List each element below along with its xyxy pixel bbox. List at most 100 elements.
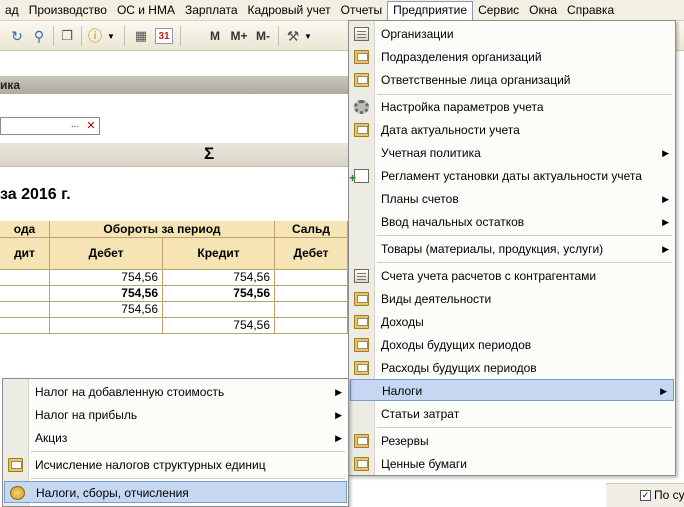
search-icon[interactable]: ⚲ [30,26,48,46]
menu-item-cost-items[interactable]: Статьи затрат [349,403,675,425]
grid-header-cell: Обороты за период [50,221,275,238]
folder-icon [354,292,369,306]
clear-icon[interactable]: ✕ [84,119,98,133]
submenu-arrow-icon: ▶ [662,148,669,158]
submenu-arrow-icon: ▶ [662,244,669,254]
submenu-arrow-icon: ▶ [662,217,669,227]
menu-item-accounting-policy[interactable]: Учетная политика ▶ [349,142,675,164]
grid-cell [0,286,50,302]
grid-cell [275,270,348,286]
menu-item-salary[interactable]: Зарплата [180,1,243,20]
menu-item-service[interactable]: Сервис [473,1,524,20]
organization-field[interactable]: ... ✕ [0,117,100,135]
grid-cell-kredit: 754,56 [163,270,275,286]
report-title: за 2016 г. [0,186,71,203]
menu-item-reports[interactable]: Отчеты [336,1,387,20]
menu-item-production[interactable]: Производство [24,1,112,20]
menu-item-counterparty-accounts[interactable]: Счета учета расчетов с контрагентами [349,265,675,287]
folder-icon [354,457,369,471]
menu-item-fixed-assets[interactable]: ОС и НМА [112,1,180,20]
menu-item-securities[interactable]: Ценные бумаги [349,453,675,475]
grid-cell-kredit: 754,56 [163,286,275,302]
gear-icon [354,100,369,114]
submenu-arrow-icon: ▶ [662,194,669,204]
submenu-arrow-icon: ▶ [660,386,667,396]
menu-item-structural-units-taxes[interactable]: Исчисление налогов структурных единиц [3,454,348,476]
folder-icon [354,123,369,137]
sum-toolbar: Σ [0,143,348,167]
select-button[interactable]: ... [67,119,83,133]
menu-item-excise[interactable]: Акциз ▶ [3,427,348,449]
menu-item-profit-tax[interactable]: Налог на прибыль ▶ [3,404,348,426]
info-icon[interactable]: ⓘ [86,26,104,46]
folder-icon [354,338,369,352]
grid-cell [275,286,348,302]
grid-header-cell: Дебет [275,238,348,270]
memory-minus-button[interactable]: M- [252,26,274,46]
menu-bar: ад Производство ОС и НМА Зарплата Кадров… [0,0,684,21]
sum-icon[interactable]: Σ [204,144,214,164]
taxes-submenu: Налог на добавленную стоимость ▶ Налог на… [2,378,349,507]
submenu-arrow-icon: ▶ [335,433,342,443]
memory-button[interactable]: M [207,26,223,46]
menu-item-opening-balances[interactable]: Ввод начальных остатков ▶ [349,211,675,233]
grid-header-cell: Кредит [163,238,275,270]
refresh-icon[interactable]: ↻ [8,26,26,46]
add-icon [349,169,369,184]
document-icon [354,27,369,41]
info-dropdown-icon[interactable]: ▼ [106,26,116,46]
tools-dropdown-icon[interactable]: ▼ [303,26,313,46]
tools-icon[interactable]: ⚒ [284,26,302,46]
menu-item-organizations[interactable]: Организации [349,23,675,45]
folder-icon [8,458,23,472]
grid-cell [0,270,50,286]
menu-item-charts-of-accounts[interactable]: Планы счетов ▶ [349,188,675,210]
grid-cell [0,318,50,334]
menu-item-vat[interactable]: Налог на добавленную стоимость ▶ [3,381,348,403]
form-title: ика [0,76,348,94]
folder-icon [354,361,369,375]
grid-header-cell: Сальд [275,221,348,238]
menu-item-accounting-settings[interactable]: Настройка параметров учета [349,96,675,118]
copy-icon[interactable]: ❐ [58,26,76,46]
grid-cell-debet: 754,56 [50,302,163,318]
calendar-icon[interactable]: 31 [155,28,173,44]
menu-item-taxes[interactable]: Налоги ▶ [350,379,674,401]
grid-header-cell: Дебет [50,238,163,270]
folder-icon [354,434,369,448]
menu-item-deferred-income[interactable]: Доходы будущих периодов [349,334,675,356]
submenu-arrow-icon: ▶ [335,387,342,397]
menu-item-income[interactable]: Доходы [349,311,675,333]
submenu-arrow-icon: ▶ [335,410,342,420]
menu-item-actuality-date[interactable]: Дата актуальности учета [349,119,675,141]
grid-cell [275,318,348,334]
menu-item-production-cut[interactable]: ад [0,1,24,20]
menu-item-hr[interactable]: Кадровый учет [243,1,336,20]
menu-item-actuality-regulation[interactable]: Регламент установки даты актуальности уч… [349,165,675,187]
menu-item-help[interactable]: Справка [562,1,619,20]
by-subaccount-label: По суб [654,488,684,502]
menu-item-enterprise[interactable]: Предприятие [387,0,474,20]
grid-cell-debet [50,318,163,334]
grid-header-cell: ода [0,221,50,238]
calculator-icon[interactable]: ▦ [132,26,150,46]
menu-item-taxes-fees-deductions[interactable]: Налоги, сборы, отчисления [4,481,347,503]
grid-cell [275,302,348,318]
by-subaccount-checkbox[interactable]: ✓ [640,490,651,501]
menu-item-goods[interactable]: Товары (материалы, продукция, услуги) ▶ [349,238,675,260]
grid-cell-debet: 754,56 [50,270,163,286]
menu-item-windows[interactable]: Окна [524,1,562,20]
memory-plus-button[interactable]: M+ [228,26,250,46]
menu-item-subdivisions[interactable]: Подразделения организаций [349,46,675,68]
menu-item-deferred-expenses[interactable]: Расходы будущих периодов [349,357,675,379]
enterprise-menu: Организации Подразделения организаций От… [348,20,676,476]
folder-icon [354,73,369,87]
menu-item-activity-types[interactable]: Виды деятельности [349,288,675,310]
grid-header-cell: дит [0,238,50,270]
menu-item-responsible-persons[interactable]: Ответственные лица организаций [349,69,675,91]
grid-cell-kredit [163,302,275,318]
grid-cell-debet: 754,56 [50,286,163,302]
menu-item-reserves[interactable]: Резервы [349,430,675,452]
folder-icon [354,50,369,64]
coins-icon [10,486,25,500]
